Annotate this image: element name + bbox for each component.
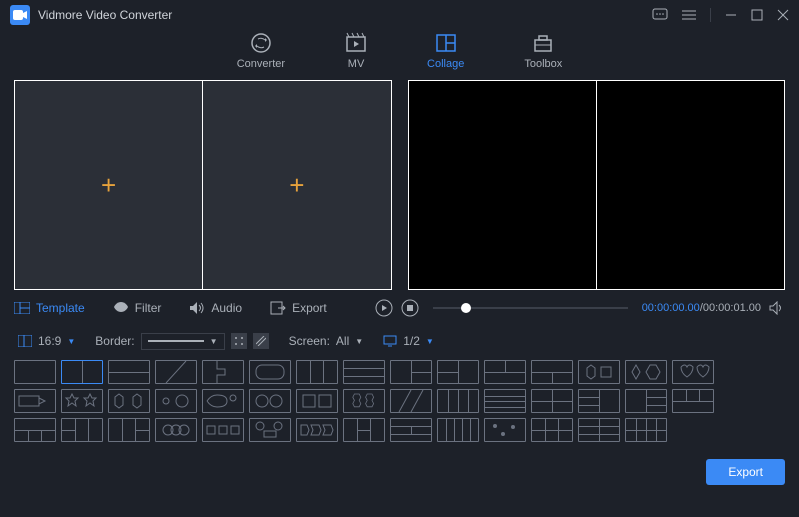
- template-thumb[interactable]: [484, 418, 526, 442]
- template-thumb[interactable]: [484, 360, 526, 384]
- template-thumb[interactable]: [531, 360, 573, 384]
- template-thumb[interactable]: [14, 418, 56, 442]
- tab-audio[interactable]: Audio: [189, 301, 242, 315]
- ratio-icon: [18, 335, 32, 347]
- template-thumb[interactable]: [296, 360, 338, 384]
- screen-icon: [383, 335, 397, 347]
- main-nav: Converter MV Collage Toolbox: [0, 32, 799, 80]
- template-thumb[interactable]: [14, 389, 56, 413]
- export-button[interactable]: Export: [706, 459, 785, 485]
- converter-icon: [250, 32, 272, 54]
- template-thumb[interactable]: [155, 360, 197, 384]
- ratio-select[interactable]: 16:9 ▼: [18, 334, 75, 348]
- mv-icon: [345, 32, 367, 54]
- template-thumb[interactable]: [108, 418, 150, 442]
- template-thumb[interactable]: [61, 389, 103, 413]
- template-thumb[interactable]: [249, 360, 291, 384]
- menu-icon[interactable]: [682, 9, 696, 21]
- template-thumb[interactable]: [343, 418, 385, 442]
- collage-editor: + +: [14, 80, 392, 290]
- template-thumb[interactable]: [390, 418, 432, 442]
- preview-slot-1: [409, 81, 596, 289]
- app-title: Vidmore Video Converter: [38, 8, 172, 22]
- time-display: 00:00:00.00/00:00:01.00: [642, 302, 761, 314]
- collage-icon: [435, 32, 457, 54]
- template-thumb[interactable]: [531, 418, 573, 442]
- nav-converter[interactable]: Converter: [237, 32, 285, 70]
- template-thumb[interactable]: [249, 418, 291, 442]
- template-icon: [14, 301, 30, 315]
- template-thumb[interactable]: [578, 360, 620, 384]
- border-control: Border: ▼: [95, 333, 268, 350]
- template-thumb[interactable]: [155, 389, 197, 413]
- template-thumb[interactable]: [437, 418, 479, 442]
- page-select[interactable]: 1/2 ▼: [383, 334, 434, 348]
- template-thumb[interactable]: [108, 360, 150, 384]
- nav-mv[interactable]: MV: [345, 32, 367, 70]
- collage-slot-2[interactable]: +: [202, 81, 390, 289]
- chevron-down-icon: ▼: [67, 337, 75, 346]
- border-style-select[interactable]: ▼: [141, 333, 225, 350]
- template-grid: [0, 356, 799, 453]
- template-thumb[interactable]: [296, 389, 338, 413]
- border-hatch-icon[interactable]: [253, 333, 269, 349]
- toolbox-icon: [532, 32, 554, 54]
- close-icon[interactable]: [777, 9, 789, 21]
- template-thumb[interactable]: [296, 418, 338, 442]
- volume-icon[interactable]: [769, 301, 785, 315]
- template-thumb[interactable]: [249, 389, 291, 413]
- template-thumb[interactable]: [437, 389, 479, 413]
- template-thumb[interactable]: [108, 389, 150, 413]
- template-thumb[interactable]: [155, 418, 197, 442]
- template-thumb[interactable]: [578, 389, 620, 413]
- titlebar: Vidmore Video Converter: [0, 0, 799, 30]
- template-thumb[interactable]: [202, 389, 244, 413]
- chevron-down-icon: ▼: [426, 337, 434, 346]
- template-thumb[interactable]: [390, 389, 432, 413]
- tab-filter[interactable]: Filter: [113, 301, 162, 315]
- add-icon: +: [289, 170, 304, 201]
- template-thumb[interactable]: [484, 389, 526, 413]
- template-thumb[interactable]: [672, 360, 714, 384]
- minimize-icon[interactable]: [725, 9, 737, 21]
- template-thumb[interactable]: [343, 360, 385, 384]
- tab-template[interactable]: Template: [14, 301, 85, 315]
- add-icon: +: [101, 170, 116, 201]
- app-logo-icon: [10, 5, 30, 25]
- export-icon: [270, 301, 286, 315]
- play-icon[interactable]: [375, 299, 393, 317]
- chevron-down-icon: ▼: [210, 337, 218, 346]
- template-thumb[interactable]: [202, 418, 244, 442]
- preview-panel: [408, 80, 786, 290]
- stop-icon[interactable]: [401, 299, 419, 317]
- progress-slider[interactable]: [433, 307, 628, 309]
- tab-export[interactable]: Export: [270, 301, 327, 315]
- chevron-down-icon: ▼: [355, 337, 363, 346]
- template-thumb[interactable]: [531, 389, 573, 413]
- maximize-icon[interactable]: [751, 9, 763, 21]
- template-thumb[interactable]: [625, 360, 667, 384]
- nav-toolbox[interactable]: Toolbox: [524, 32, 562, 70]
- template-thumb[interactable]: [625, 389, 667, 413]
- template-thumb[interactable]: [61, 418, 103, 442]
- border-dots-icon[interactable]: [231, 333, 247, 349]
- template-thumb[interactable]: [625, 418, 667, 442]
- audio-icon: [189, 301, 205, 315]
- preview-slot-2: [596, 81, 784, 289]
- template-thumb[interactable]: [390, 360, 432, 384]
- collage-slot-1[interactable]: +: [15, 81, 202, 289]
- template-thumb[interactable]: [672, 389, 714, 413]
- template-thumb[interactable]: [437, 360, 479, 384]
- feedback-icon[interactable]: [652, 8, 668, 22]
- filter-icon: [113, 301, 129, 315]
- template-thumb[interactable]: [14, 360, 56, 384]
- nav-collage[interactable]: Collage: [427, 32, 464, 70]
- template-thumb[interactable]: [202, 360, 244, 384]
- template-thumb[interactable]: [578, 418, 620, 442]
- template-thumb[interactable]: [343, 389, 385, 413]
- screen-select[interactable]: Screen: All ▼: [289, 334, 364, 348]
- template-thumb[interactable]: [61, 360, 103, 384]
